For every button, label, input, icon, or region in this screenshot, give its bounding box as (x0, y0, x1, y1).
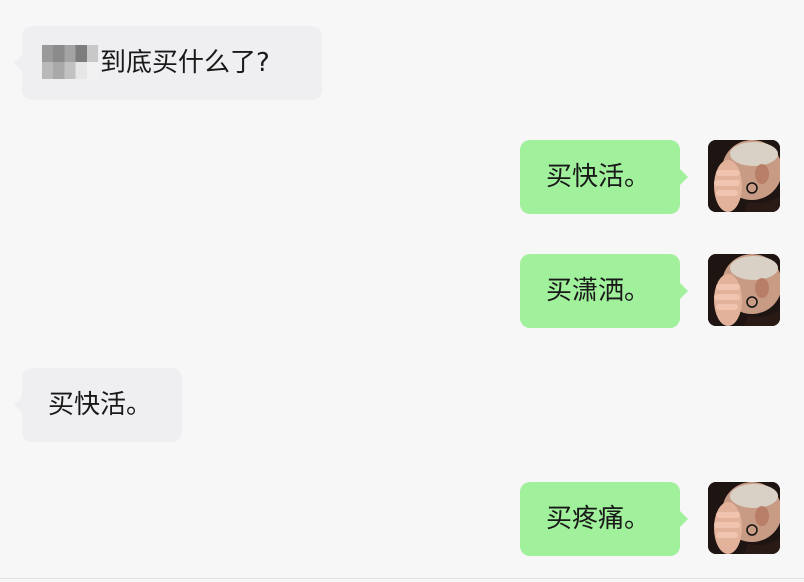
message-text: 买快活。 (48, 390, 153, 420)
message-text: 买疼痛。 (546, 504, 651, 534)
outgoing-message-bubble[interactable]: 买疼痛。 (520, 482, 688, 556)
incoming-message-bubble[interactable]: 买快活。 (14, 368, 182, 442)
avatar-photo-icon (708, 140, 780, 212)
user-avatar[interactable] (708, 254, 780, 326)
bottom-divider (0, 578, 804, 579)
avatar-photo-icon (708, 482, 780, 554)
chat-transcript: 到底买什么了? 买快活。 买潇洒。 买快活。 买疼痛。 (0, 0, 804, 582)
message-text: 买快活。 (546, 162, 651, 192)
redacted-name-blur (42, 44, 98, 79)
message-text: 到底买什么了? (100, 48, 270, 78)
user-avatar[interactable] (708, 482, 780, 554)
avatar-photo-icon (708, 254, 780, 326)
incoming-message-bubble[interactable]: 到底买什么了? (14, 26, 322, 100)
outgoing-message-bubble[interactable]: 买潇洒。 (520, 254, 688, 328)
outgoing-message-bubble[interactable]: 买快活。 (520, 140, 688, 214)
user-avatar[interactable] (708, 140, 780, 212)
message-text: 买潇洒。 (546, 276, 651, 306)
